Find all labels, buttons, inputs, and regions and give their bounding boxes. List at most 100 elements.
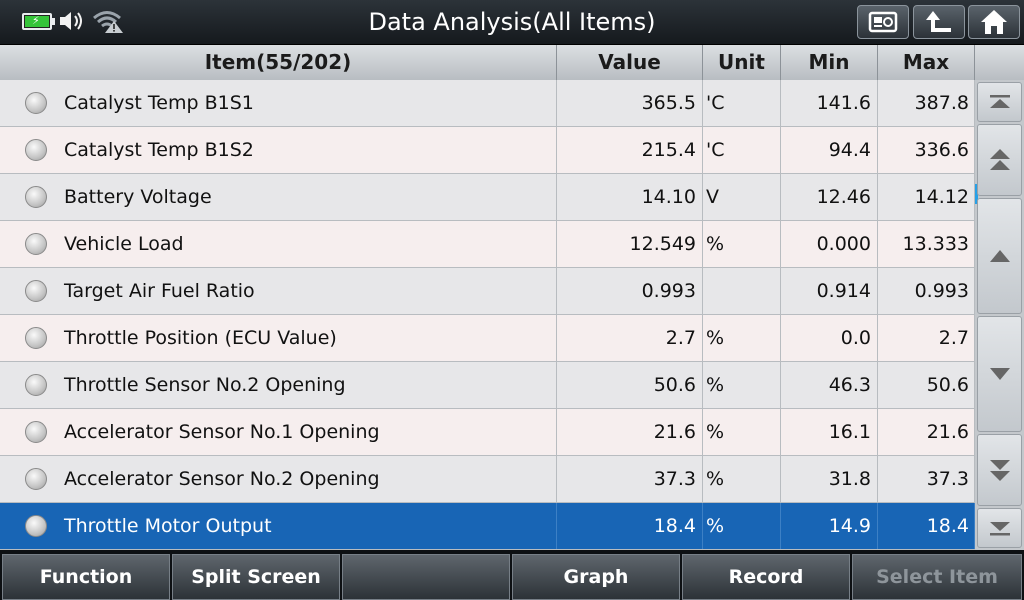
cell-unit: % bbox=[703, 503, 781, 549]
cell-value: 215.4 bbox=[557, 127, 703, 173]
scroll-panel bbox=[975, 80, 1024, 550]
cell-max: 336.6 bbox=[878, 127, 975, 173]
back-icon bbox=[926, 11, 951, 32]
cell-item: Accelerator Sensor No.2 Opening bbox=[0, 456, 557, 502]
scroll-down-button[interactable] bbox=[977, 316, 1022, 432]
cell-item: Throttle Sensor No.2 Opening bbox=[0, 362, 557, 408]
row-radio-button[interactable] bbox=[25, 233, 47, 255]
data-table: Catalyst Temp B1S1 365.5 'C 141.6 387.8 Catal… bbox=[0, 80, 975, 550]
function-button[interactable]: Function bbox=[2, 554, 170, 600]
row-radio-button[interactable] bbox=[25, 280, 47, 302]
scroll-page-down-button[interactable] bbox=[977, 434, 1022, 506]
bottom-toolbar: Function Split Screen Graph Record Selec… bbox=[0, 550, 1024, 600]
cell-max: 50.6 bbox=[878, 362, 975, 408]
back-button[interactable] bbox=[913, 5, 965, 39]
row-radio-button[interactable] bbox=[25, 92, 47, 114]
cell-item: Throttle Motor Output bbox=[0, 503, 557, 549]
cell-min: 46.3 bbox=[781, 362, 878, 408]
cell-min: 0.0 bbox=[781, 315, 878, 361]
cell-value: 12.549 bbox=[557, 221, 703, 267]
table-row[interactable]: Throttle Motor Output 18.4% 14.9 18.4 bbox=[0, 503, 975, 550]
cell-value: 0.993 bbox=[557, 268, 703, 314]
cell-min: 141.6 bbox=[781, 80, 878, 126]
scroll-bottom-button[interactable] bbox=[977, 508, 1022, 548]
cell-unit: % bbox=[703, 221, 781, 267]
row-radio-button[interactable] bbox=[25, 374, 47, 396]
cell-unit: % bbox=[703, 409, 781, 455]
cell-value: 365.5 bbox=[557, 80, 703, 126]
cell-item: Target Air Fuel Ratio bbox=[0, 268, 557, 314]
row-radio-button[interactable] bbox=[25, 186, 47, 208]
cell-min: 31.8 bbox=[781, 456, 878, 502]
cell-value: 18.4 bbox=[557, 503, 703, 549]
cell-max: 13.333 bbox=[878, 221, 975, 267]
cell-item: Catalyst Temp B1S2 bbox=[0, 127, 557, 173]
cell-max: 37.3 bbox=[878, 456, 975, 502]
cell-min: 14.9 bbox=[781, 503, 878, 549]
row-radio-button[interactable] bbox=[25, 515, 47, 537]
cell-unit bbox=[703, 268, 781, 314]
column-header-value[interactable]: Value bbox=[557, 45, 703, 80]
record-button[interactable]: Record bbox=[682, 554, 850, 600]
scroll-top-button[interactable] bbox=[977, 82, 1022, 122]
screenshot-button[interactable] bbox=[857, 5, 909, 39]
cell-max: 387.8 bbox=[878, 80, 975, 126]
cell-min: 0.914 bbox=[781, 268, 878, 314]
chevron-up-icon bbox=[989, 250, 1010, 262]
header-spacer bbox=[975, 45, 1024, 80]
scroll-up-button[interactable] bbox=[977, 198, 1022, 314]
cell-value: 21.6 bbox=[557, 409, 703, 455]
cell-max: 14.12 bbox=[878, 174, 975, 220]
cell-item: Throttle Position (ECU Value) bbox=[0, 315, 557, 361]
row-radio-button[interactable] bbox=[25, 421, 47, 443]
cell-max: 2.7 bbox=[878, 315, 975, 361]
cell-min: 0.000 bbox=[781, 221, 878, 267]
double-chevron-down-icon bbox=[989, 460, 1010, 481]
table-row[interactable]: Vehicle Load 12.549% 0.000 13.333 bbox=[0, 221, 975, 268]
cell-unit: % bbox=[703, 456, 781, 502]
table-row[interactable]: Accelerator Sensor No.1 Opening 21.6% 16.1… bbox=[0, 409, 975, 456]
select-item-button[interactable]: Select Item bbox=[852, 554, 1022, 600]
scroll-page-up-button[interactable] bbox=[977, 124, 1022, 196]
cell-value: 14.10 bbox=[557, 174, 703, 220]
cell-unit: 'C bbox=[703, 127, 781, 173]
cell-unit: V bbox=[703, 174, 781, 220]
scroll-to-top-icon bbox=[989, 95, 1010, 108]
row-radio-button[interactable] bbox=[25, 327, 47, 349]
table-row[interactable]: Accelerator Sensor No.2 Opening 37.3% 31.8… bbox=[0, 456, 975, 503]
home-icon bbox=[981, 10, 1007, 34]
cell-min: 16.1 bbox=[781, 409, 878, 455]
table-row[interactable]: Throttle Sensor No.2 Opening 50.6% 46.3 50.… bbox=[0, 362, 975, 409]
table-row[interactable]: Throttle Position (ECU Value) 2.7% 0.0 2.7 bbox=[0, 315, 975, 362]
screenshot-icon bbox=[868, 11, 898, 33]
cell-max: 0.993 bbox=[878, 268, 975, 314]
home-button[interactable] bbox=[968, 5, 1020, 39]
column-header-min[interactable]: Min bbox=[781, 45, 878, 80]
blank-button[interactable] bbox=[342, 554, 510, 600]
column-header-max[interactable]: Max bbox=[878, 45, 975, 80]
column-header-unit[interactable]: Unit bbox=[703, 45, 781, 80]
row-radio-button[interactable] bbox=[25, 468, 47, 490]
row-radio-button[interactable] bbox=[25, 139, 47, 161]
cell-max: 18.4 bbox=[878, 503, 975, 549]
cell-item: Vehicle Load bbox=[0, 221, 557, 267]
graph-button[interactable]: Graph bbox=[512, 554, 680, 600]
cell-unit: % bbox=[703, 315, 781, 361]
cell-item: Accelerator Sensor No.1 Opening bbox=[0, 409, 557, 455]
cell-min: 12.46 bbox=[781, 174, 878, 220]
title-bar: ⚡ Data Analysis(All Items) bbox=[0, 0, 1024, 45]
table-header: Item(55/202) Value Unit Min Max bbox=[0, 45, 1024, 80]
cell-min: 94.4 bbox=[781, 127, 878, 173]
scroll-to-bottom-icon bbox=[989, 522, 1010, 536]
split-screen-button[interactable]: Split Screen bbox=[172, 554, 340, 600]
column-header-item[interactable]: Item(55/202) bbox=[0, 45, 557, 80]
table-row[interactable]: Catalyst Temp B1S2 215.4 'C 94.4 336.6 bbox=[0, 127, 975, 174]
cell-value: 50.6 bbox=[557, 362, 703, 408]
cell-value: 37.3 bbox=[557, 456, 703, 502]
cell-value: 2.7 bbox=[557, 315, 703, 361]
table-row[interactable]: Battery Voltage 14.10 V 12.46 14.12 bbox=[0, 174, 975, 221]
table-row[interactable]: Catalyst Temp B1S1 365.5 'C 141.6 387.8 bbox=[0, 80, 975, 127]
cell-item: Battery Voltage bbox=[0, 174, 557, 220]
cell-item: Catalyst Temp B1S1 bbox=[0, 80, 557, 126]
table-row[interactable]: Target Air Fuel Ratio 0.993 0.914 0.993 bbox=[0, 268, 975, 315]
